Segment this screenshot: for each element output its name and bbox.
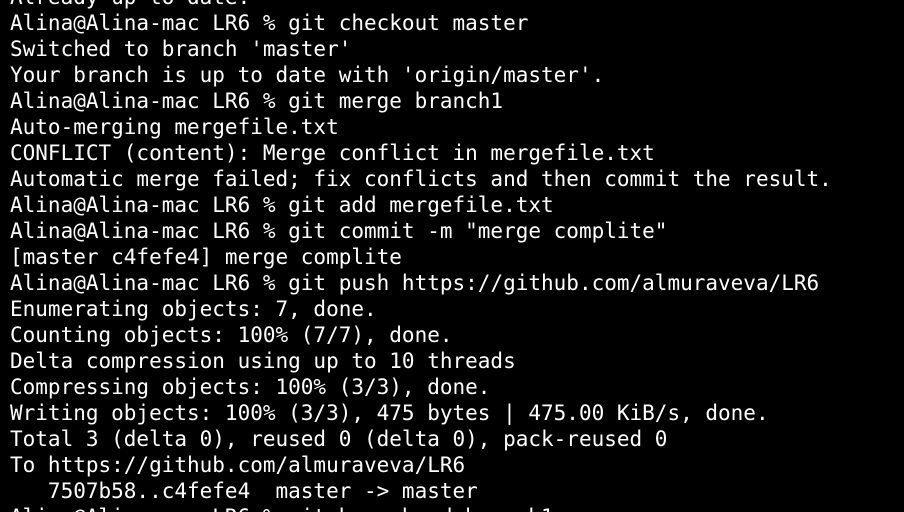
terminal-line: [master c4fefe4] merge complite [10,245,402,269]
terminal-line: Compressing objects: 100% (3/3), done. [10,375,491,399]
terminal-line: Alina@Alina-mac LR6 % git checkout maste… [10,11,529,35]
terminal-line: Delta compression using up to 10 threads [10,349,516,373]
terminal-line: CONFLICT (content): Merge conflict in me… [10,141,655,165]
terminal-line: Alina@Alina-mac LR6 % git push https://g… [10,271,820,295]
terminal-window[interactable]: Already up to date. Alina@Alina-mac LR6 … [0,0,904,512]
terminal-line: Writing objects: 100% (3/3), 475 bytes |… [10,401,769,425]
terminal-line: Enumerating objects: 7, done. [10,297,377,321]
terminal-line: Auto-merging mergefile.txt [10,115,339,139]
terminal-line: Alina@Alina-mac LR6 % git merge branch1 [10,89,504,113]
terminal-line: Automatic merge failed; fix conflicts an… [10,167,832,191]
terminal-line: Switched to branch 'master' [10,37,352,61]
terminal-line: Alina@Alina-mac LR6 % git add mergefile.… [10,193,554,217]
terminal-line: To https://github.com/almuraveva/LR6 [10,453,466,477]
terminal-line: Alina@Alina-mac LR6 % git commit -m "mer… [10,219,668,243]
terminal-line: Counting objects: 100% (7/7), done. [10,323,453,347]
terminal-line: Already up to date. [10,0,832,10]
terminal-line: Total 3 (delta 0), reused 0 (delta 0), p… [10,427,668,451]
terminal-output: Already up to date. Alina@Alina-mac LR6 … [10,0,832,512]
terminal-line: Your branch is up to date with 'origin/m… [10,63,605,87]
terminal-line: Alina@Alina-mac LR6 % git branch -d bran… [10,504,832,512]
terminal-line: 7507b58..c4fefe4 master -> master [10,479,478,503]
